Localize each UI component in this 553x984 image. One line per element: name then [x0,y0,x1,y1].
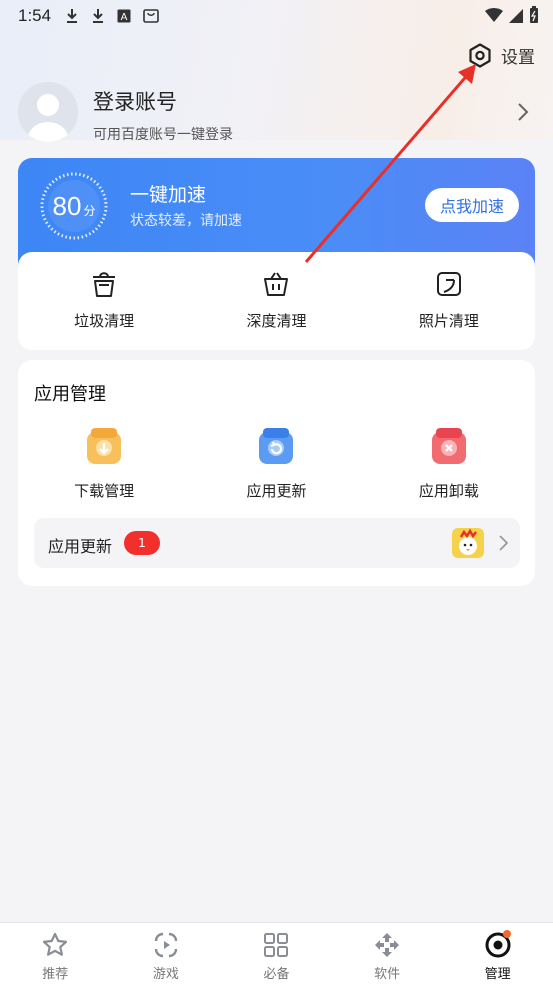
tab-label: 推荐 [42,967,69,982]
tab-label: 管理 [484,967,511,982]
status-time: 1:54 [18,6,52,25]
store-notification-icon [143,9,159,23]
profile-name: 登录账号 [93,90,177,114]
app-item-label: 下载管理 [74,482,135,500]
photo-icon [436,272,461,296]
app-management-grid: 下载管理 应用更新 应用卸载 [18,428,535,501]
app-item-update[interactable]: 应用更新 [190,428,362,501]
update-count-badge: 1 [124,531,160,555]
profile-subtitle: 可用百度账号一键登录 [93,127,233,143]
tab-games[interactable]: 游戏 [111,923,222,984]
app-management-title: 应用管理 [34,384,106,405]
trash-bin-icon [93,272,116,297]
clean-tools-row: 垃圾清理 深度清理 照片清理 [18,252,535,350]
app-update-row[interactable]: 应用更新 1 [34,518,520,568]
tab-manage[interactable]: 管理 [442,923,553,984]
default-avatar-icon [18,82,78,142]
clean-item-label: 深度清理 [246,312,307,330]
tab-software[interactable]: 软件 [332,923,443,984]
wifi-icon [485,8,503,22]
settings-label: 设置 [501,47,535,68]
boost-card: 80 分 一键加速 状态较差，请加速 点我加速 垃圾清理 深度清理 照片清理 [18,158,535,350]
status-bar: 1:54 A [0,0,553,32]
star-icon [43,932,68,956]
download-notification-icon [93,9,104,23]
settings-button[interactable]: 设置 [467,42,535,68]
avatar[interactable] [18,82,78,142]
chevron-right-icon [499,535,508,551]
clean-item-label: 垃圾清理 [74,312,135,330]
app-item-label: 应用更新 [246,482,307,500]
update-icon [259,428,294,464]
clean-item-junk[interactable]: 垃圾清理 [18,252,190,350]
grid-icon [264,933,289,957]
app-item-label: 应用卸载 [418,482,479,500]
tab-label: 游戏 [152,967,179,982]
score-value: 80 [52,190,82,221]
app-item-download[interactable]: 下载管理 [18,428,190,501]
tab-label: 软件 [374,967,401,982]
svg-text:A: A [121,12,128,23]
tab-essentials[interactable]: 必备 [221,923,332,984]
bottom-tab-bar: 推荐 游戏 必备 软件 管理 [0,922,553,984]
chevron-right-icon [518,103,529,121]
boost-title: 一键加速 [130,184,207,206]
boost-subtitle: 状态较差，请加速 [130,213,242,229]
clean-item-label: 照片清理 [418,312,479,330]
battery-icon [530,6,538,23]
settings-hexagon-icon [469,43,491,68]
game-icon [154,932,178,958]
profile-login-row[interactable]: 登录账号 可用百度账号一键登录 [18,82,535,144]
basket-icon [264,272,289,296]
clean-item-photo[interactable]: 照片清理 [363,252,535,350]
boost-button[interactable]: 点我加速 [425,188,519,222]
score-display: 80 分 [38,170,110,242]
download-notification-icon [67,9,78,23]
signal-icon [509,9,523,23]
font-notification-icon: A [117,9,131,23]
software-icon [375,933,400,957]
app-update-label: 应用更新 [48,537,113,556]
score-unit: 分 [83,203,96,218]
app-item-uninstall[interactable]: 应用卸载 [363,428,535,501]
app-thumbnail-icon [452,528,484,558]
download-icon [87,428,122,464]
uninstall-icon [431,428,466,464]
clean-item-deep[interactable]: 深度清理 [190,252,362,350]
app-management-card: 应用管理 下载管理 应用更新 应用卸载 应用更新 1 [18,360,535,586]
tab-label: 必备 [263,967,290,982]
tab-recommend[interactable]: 推荐 [0,923,111,984]
